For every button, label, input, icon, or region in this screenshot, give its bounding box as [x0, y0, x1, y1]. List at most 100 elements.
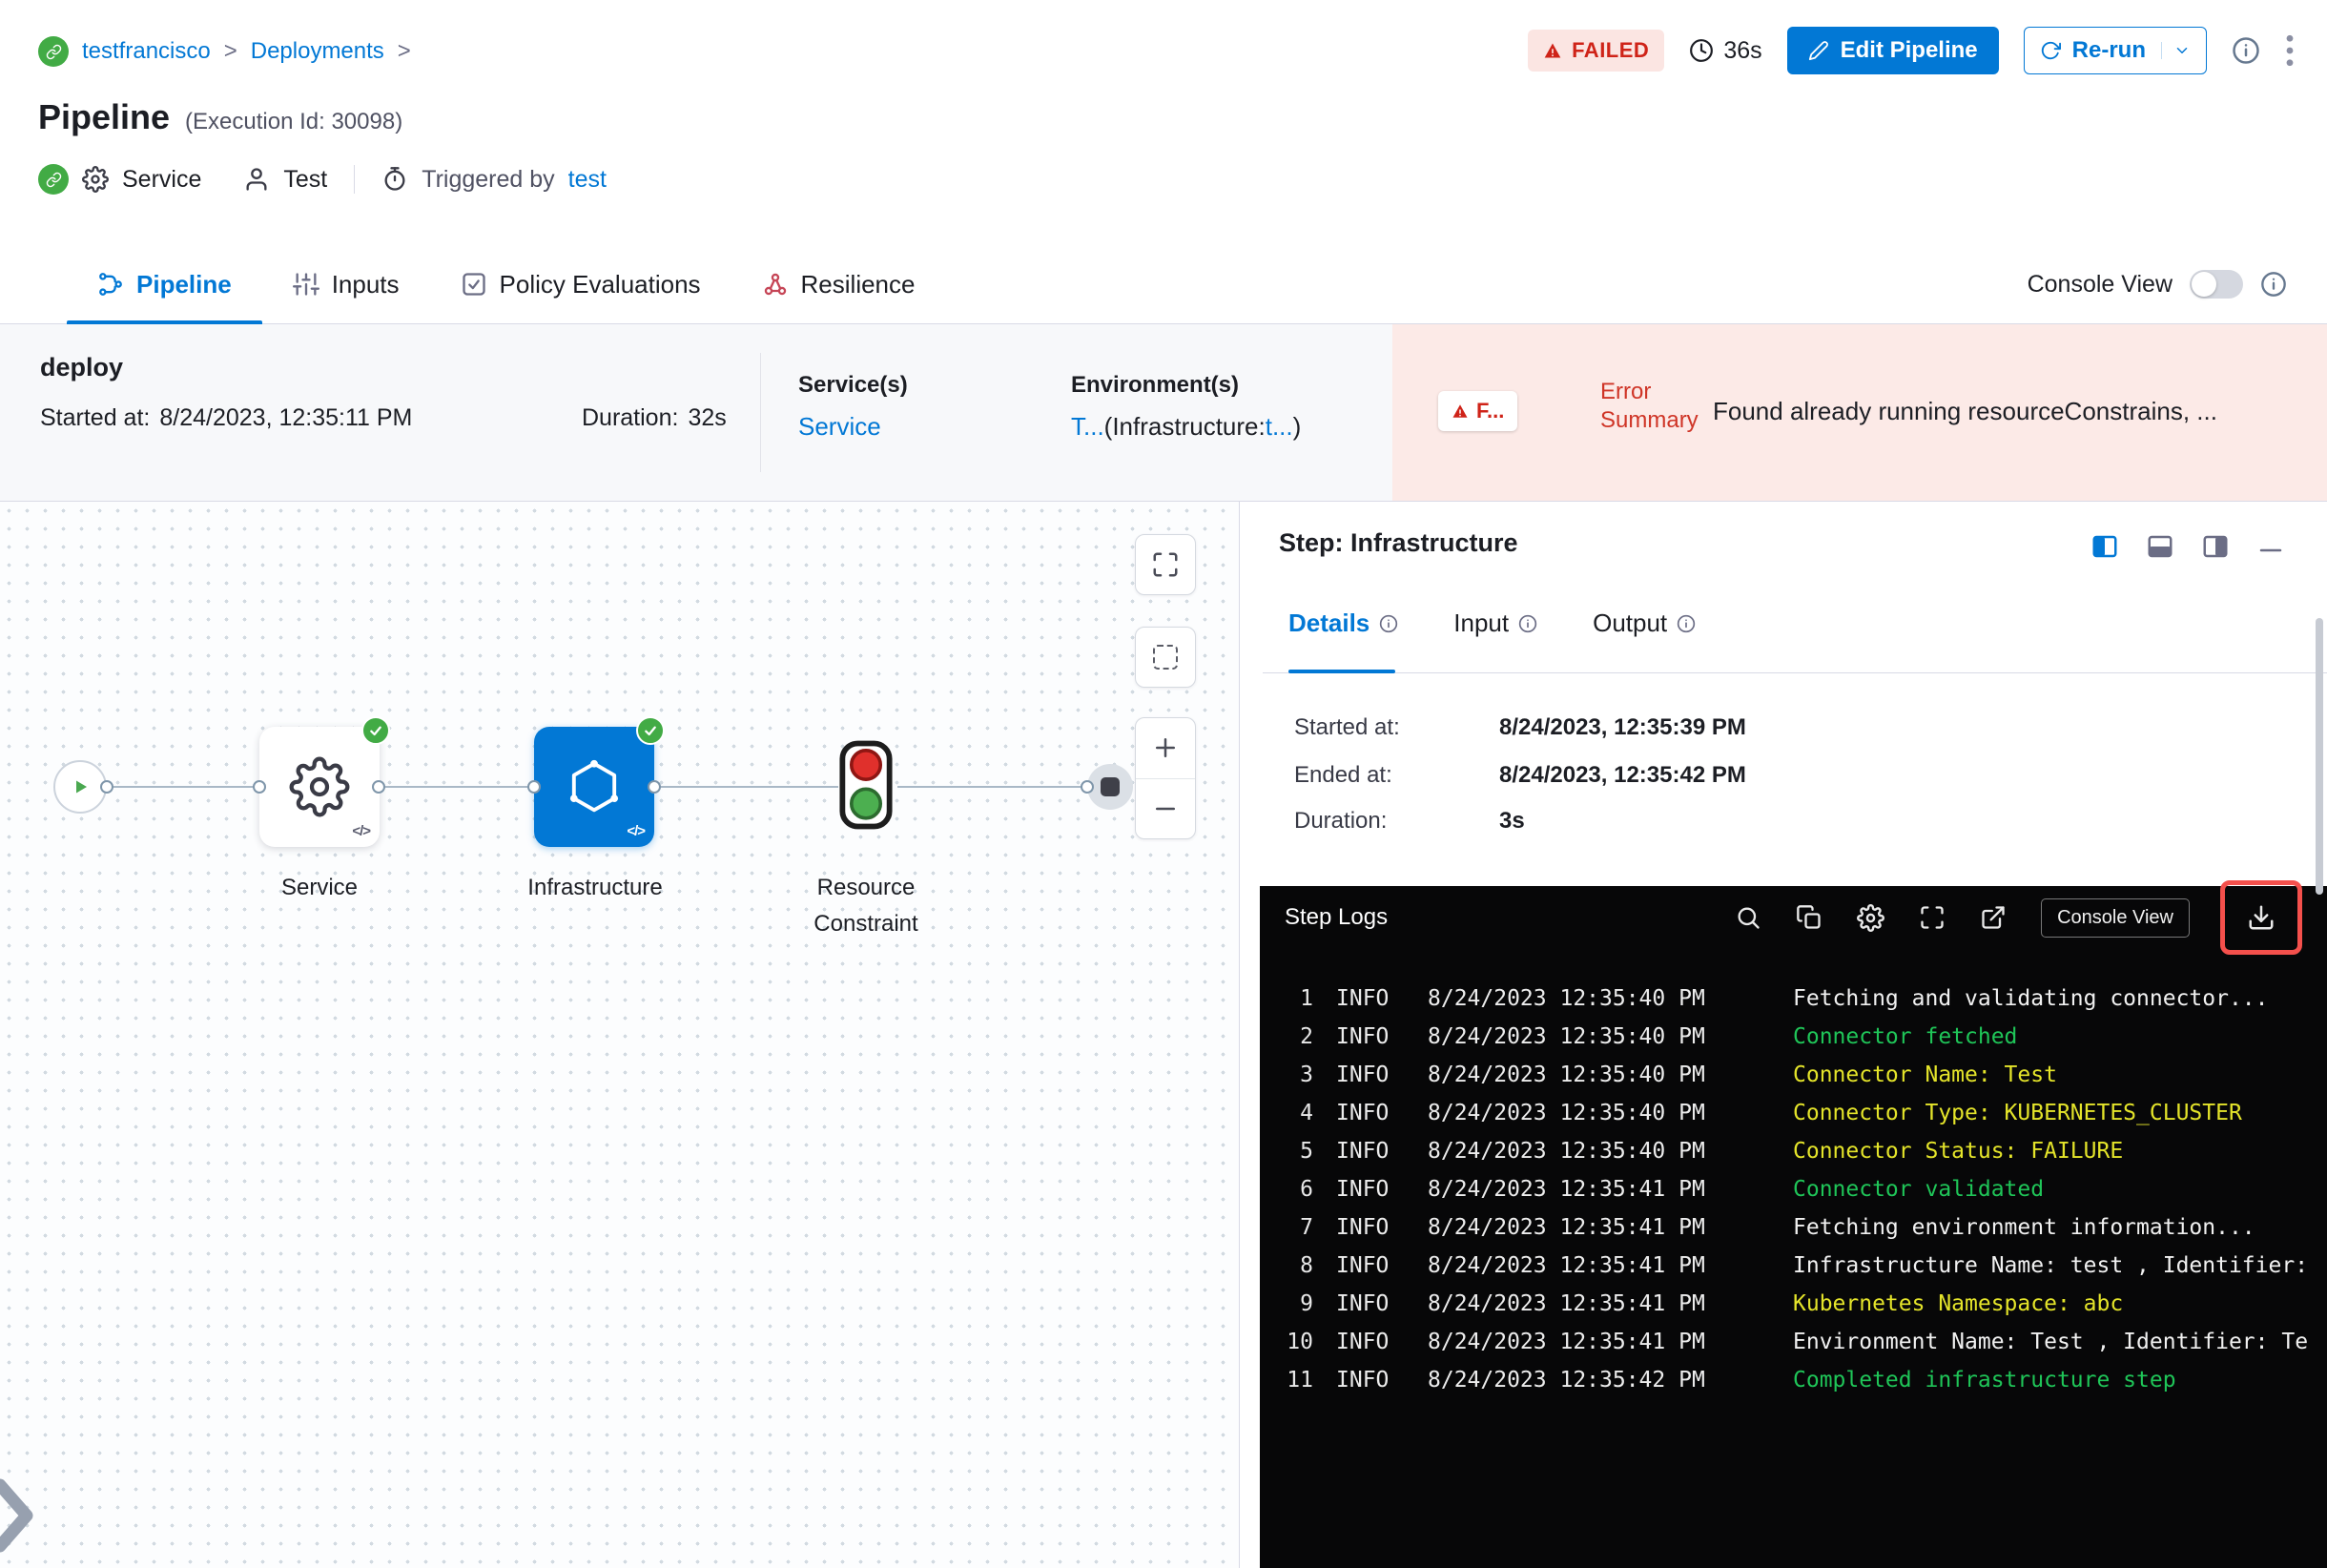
refresh-icon [2041, 41, 2061, 60]
pencil-icon [1808, 41, 1828, 61]
log-line-number: 6 [1300, 1177, 1313, 1202]
breadcrumb-project[interactable]: testfrancisco [82, 38, 211, 65]
log-timestamp: 8/24/2023 12:35:40 PM [1428, 1024, 1705, 1049]
tab-input[interactable]: Input [1453, 609, 1537, 638]
log-search-button[interactable] [1735, 904, 1761, 931]
graph-node-service[interactable]: </> [259, 716, 390, 847]
environments-label: Environment(s) [1071, 372, 1240, 398]
breadcrumb-deployments[interactable]: Deployments [251, 38, 384, 65]
log-timestamp: 8/24/2023 12:35:41 PM [1428, 1177, 1705, 1202]
minus-icon [1156, 807, 1175, 810]
log-level: INFO [1336, 1139, 1390, 1164]
header-info-button[interactable] [2232, 36, 2260, 65]
log-copy-button[interactable] [1796, 904, 1822, 931]
log-line: 3 INFO 8/24/2023 12:35:40 PM Connector N… [1275, 1056, 2327, 1094]
log-message: Connector Type: KUBERNETES_CLUSTER [1793, 1101, 2242, 1125]
user-icon [243, 166, 270, 193]
log-line-number: 2 [1300, 1024, 1313, 1049]
log-message: Connector validated [1793, 1177, 2045, 1202]
tab-policy-evaluations[interactable]: Policy Evaluations [430, 245, 731, 323]
rerun-button[interactable]: Re-run [2023, 27, 2207, 74]
console-view-label: Console View [2027, 270, 2173, 298]
log-line-number: 3 [1300, 1063, 1313, 1087]
tab-inputs[interactable]: Inputs [262, 245, 430, 323]
log-message: Connector Name: Test [1793, 1063, 2057, 1087]
execution-id: (Execution Id: 30098) [185, 109, 403, 134]
rerun-dropdown-caret[interactable] [2161, 42, 2191, 59]
zoom-out-button[interactable] [1136, 779, 1195, 839]
divider [1263, 672, 2327, 673]
layout-right-button[interactable] [2201, 532, 2230, 567]
step-logs-panel: Step Logs Console View 1 INFO 8/24/2023 … [1260, 880, 2327, 1568]
connector-port [1081, 780, 1094, 794]
log-level: INFO [1336, 1368, 1390, 1393]
code-glyph: </> [627, 823, 646, 839]
log-line: 11 INFO 8/24/2023 12:35:42 PM Completed … [1275, 1361, 2327, 1399]
log-settings-button[interactable] [1857, 903, 1885, 932]
more-options-button[interactable] [2285, 34, 2295, 67]
active-tab-underline [1288, 670, 1395, 673]
log-message: Connector fetched [1793, 1024, 2018, 1049]
connector-port [100, 780, 113, 794]
tab-details[interactable]: Details [1288, 609, 1398, 638]
log-timestamp: 8/24/2023 12:35:41 PM [1428, 1291, 1705, 1316]
log-line: 8 INFO 8/24/2023 12:35:41 PM Infrastruct… [1275, 1247, 2327, 1285]
log-message: Fetching environment information... [1793, 1215, 2255, 1240]
stop-square-icon [1101, 777, 1120, 796]
minimize-panel-button[interactable] [2256, 536, 2285, 565]
graph-start-node[interactable] [53, 760, 107, 814]
infrastructure-link[interactable]: t... [1266, 412, 1293, 441]
node-label-resource-constraint: Resource Constraint [813, 875, 918, 937]
collapsed-panel-chevron[interactable] [0, 1475, 36, 1562]
tab-output[interactable]: Output [1593, 609, 1696, 638]
success-check-badge [636, 716, 665, 745]
zoom-in-button[interactable] [1136, 718, 1195, 779]
triggered-by-user-link[interactable]: test [568, 166, 607, 194]
header-actions: FAILED 36s Edit Pipeline Re-run [1528, 27, 2295, 74]
success-check-badge [361, 716, 390, 745]
tab-pipeline[interactable]: Pipeline [67, 245, 262, 324]
scrollbar-thumb[interactable] [2316, 618, 2323, 895]
step-panel-title: Step: Infrastructure [1279, 528, 1518, 557]
layout-split-left-button[interactable] [2090, 532, 2119, 567]
log-level: INFO [1336, 1253, 1390, 1278]
info-icon [2261, 272, 2286, 297]
stopwatch-icon [381, 166, 408, 193]
download-icon [2249, 905, 2274, 930]
log-line-number: 10 [1287, 1330, 1313, 1354]
gear-icon [1857, 903, 1885, 932]
log-timestamp: 8/24/2023 12:35:40 PM [1428, 1101, 1705, 1125]
log-level: INFO [1336, 1215, 1390, 1240]
log-line-number: 4 [1300, 1101, 1313, 1125]
log-console-view-button[interactable]: Console View [2041, 897, 2190, 938]
layout-bottom-button[interactable] [2146, 532, 2174, 567]
log-fullscreen-button[interactable] [1919, 904, 1946, 931]
console-view-toggle[interactable] [2190, 270, 2243, 299]
environments-value: T...(Infrastructure:t...) [1071, 412, 1302, 441]
gear-icon [82, 166, 109, 193]
services-link[interactable]: Service [798, 412, 881, 442]
environment-link[interactable]: T... [1071, 412, 1104, 441]
graph-node-infrastructure[interactable]: </> [534, 716, 665, 847]
graph-end-node[interactable] [1087, 764, 1133, 810]
graph-fullscreen-button[interactable] [1135, 534, 1196, 595]
resilience-icon [762, 271, 789, 298]
edit-pipeline-button[interactable]: Edit Pipeline [1786, 27, 1999, 74]
connector-port [253, 780, 266, 794]
annotation-highlight-box [2220, 880, 2302, 955]
fullscreen-icon [1153, 552, 1178, 577]
log-open-external-button[interactable] [1980, 904, 2007, 931]
console-view-info-button[interactable] [2260, 271, 2287, 298]
log-message: Environment Name: Test , Identifier: Te [1793, 1330, 2309, 1354]
graph-node-resource-constraint[interactable] [838, 739, 894, 837]
log-download-button[interactable] [2247, 903, 2276, 932]
code-glyph: </> [352, 823, 371, 839]
meta-service-label: Service [122, 165, 202, 193]
info-icon [1677, 614, 1696, 633]
node-label-service: Service [280, 875, 359, 900]
log-lines: 1 INFO 8/24/2023 12:35:40 PM Fetching an… [1260, 949, 2327, 1399]
log-message: Completed infrastructure step [1793, 1368, 2176, 1393]
graph-marquee-select-button[interactable] [1135, 627, 1196, 688]
minimize-icon [2259, 548, 2282, 551]
tab-resilience[interactable]: Resilience [731, 245, 946, 323]
